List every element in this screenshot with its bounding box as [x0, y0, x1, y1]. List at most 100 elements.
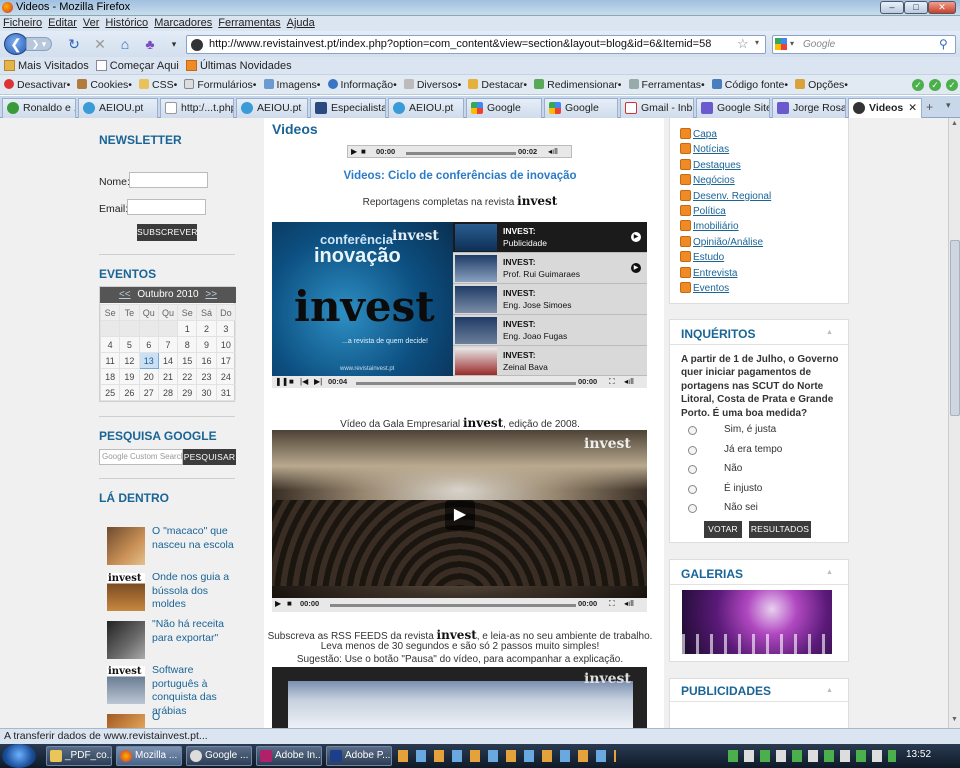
previous-icon[interactable]: |◀ [300, 377, 308, 386]
article-thumbnail[interactable] [107, 527, 145, 565]
dev-options[interactable]: Opções• [795, 75, 848, 95]
search-go-icon[interactable]: ⚲ [939, 37, 948, 51]
dev-forms[interactable]: Formulários• [184, 75, 256, 95]
taskbar-item[interactable]: Adobe In... [256, 746, 322, 766]
start-button[interactable] [2, 744, 36, 768]
bookmark-star-icon[interactable]: ☆ [737, 36, 749, 52]
dev-css[interactable]: CSS• [139, 75, 177, 95]
scroll-up-icon[interactable]: ▲ [951, 120, 958, 127]
dev-cookies[interactable]: Cookies• [77, 75, 132, 95]
video-player-conferences[interactable]: conferência inovação invest invest ...a … [272, 222, 647, 388]
article-link[interactable]: "Não há receita para exportar" [152, 618, 242, 645]
poll-radio[interactable] [688, 445, 697, 455]
calendar-day[interactable]: 16 [196, 352, 217, 369]
article-thumbnail[interactable]: invest [107, 573, 145, 611]
dev-outline[interactable]: Destacar• [468, 75, 527, 95]
menu-file[interactable]: Ficheiro [0, 16, 45, 31]
play-icon[interactable]: ▶ [275, 599, 281, 608]
calendar-day[interactable]: 21 [157, 368, 179, 385]
rss-feed-link[interactable]: Estudo [680, 250, 771, 265]
dev-disable[interactable]: Desactivar• [4, 75, 70, 95]
taskbar-item[interactable]: Adobe P... [326, 746, 392, 766]
poll-radio[interactable] [688, 465, 697, 474]
article-thumbnail[interactable]: invest [107, 666, 145, 704]
calendar-day[interactable]: 14 [157, 352, 179, 369]
quick-launch-icons[interactable] [398, 750, 616, 762]
tab[interactable]: AEIOU.pt [388, 98, 464, 118]
vertical-scrollbar[interactable]: ▲ ▼ [948, 118, 960, 728]
next-month-link[interactable]: >> [205, 289, 217, 300]
check-icon[interactable]: ✓ [912, 79, 924, 91]
calendar-day[interactable]: 7 [157, 336, 179, 353]
menu-tools[interactable]: Ferramentas [215, 16, 283, 31]
volume-icon[interactable]: ◂ıll [624, 377, 634, 386]
rss-feed-link[interactable]: Imobiliário [680, 219, 771, 234]
name-input[interactable] [129, 172, 208, 188]
calendar-day[interactable]: 25 [99, 384, 121, 401]
prev-month-link[interactable]: << [119, 289, 131, 300]
menu-edit[interactable]: Editar [45, 16, 80, 31]
bookmark-latest-news[interactable]: Últimas Novidades [185, 57, 292, 75]
video-progress[interactable] [330, 604, 576, 607]
tab-list-icon[interactable]: ▾ [946, 100, 951, 111]
poll-option[interactable]: Não [688, 463, 838, 483]
calendar-day[interactable]: 30 [196, 384, 217, 401]
calendar-day[interactable]: 17 [215, 352, 237, 369]
email-input[interactable] [127, 199, 206, 215]
video-player-rss-tutorial[interactable]: invest [272, 667, 647, 728]
calendar-day[interactable]: 2 [196, 320, 217, 337]
menu-view[interactable]: Ver [80, 16, 103, 31]
calendar-day[interactable]: 3 [215, 320, 237, 337]
check-icon[interactable]: ✓ [929, 79, 941, 91]
poll-option[interactable]: É injusto [688, 483, 838, 503]
gallery-image[interactable] [682, 590, 832, 654]
tab[interactable]: Gmail - Inb... [620, 98, 694, 118]
dev-tools[interactable]: Ferramentas• [628, 75, 705, 95]
video-progress[interactable] [356, 382, 576, 385]
calendar-day[interactable]: 8 [177, 336, 198, 353]
rss-feed-link[interactable]: Capa [680, 127, 771, 142]
minimize-button[interactable]: – [880, 1, 904, 14]
search-box[interactable]: ▾ Google ⚲ [772, 35, 956, 54]
article-thumbnail[interactable] [107, 621, 145, 659]
rss-feed-link[interactable]: Notícias [680, 142, 771, 157]
calendar-day[interactable]: 31 [215, 384, 237, 401]
tab[interactable]: Ronaldo e ... [2, 98, 76, 118]
calendar-day[interactable]: 29 [177, 384, 198, 401]
url-dropdown-icon[interactable]: ▾ [755, 38, 759, 47]
calendar-day[interactable]: 24 [215, 368, 237, 385]
tab[interactable]: AEIOU.pt [78, 98, 158, 118]
scroll-down-icon[interactable]: ▼ [951, 716, 958, 723]
dev-information[interactable]: Informação• [327, 75, 397, 95]
tab[interactable]: http:/...t.php [160, 98, 234, 118]
dev-images[interactable]: Imagens• [263, 75, 320, 95]
results-button[interactable]: RESULTADOS [749, 521, 811, 538]
tab[interactable]: AEIOU.pt [236, 98, 308, 118]
bookmark-getting-started[interactable]: Começar Aqui [95, 57, 179, 75]
scrollbar-thumb[interactable] [950, 240, 960, 416]
stop-icon[interactable]: ■ [287, 599, 292, 608]
playlist-item[interactable]: INVEST: Eng. Joao Fugas [453, 315, 647, 346]
engine-dropdown-icon[interactable]: ▾ [790, 39, 794, 48]
calendar-day[interactable]: 23 [196, 368, 217, 385]
rss-feed-link[interactable]: Destaques [680, 158, 771, 173]
poll-option[interactable]: Não sei [688, 502, 838, 522]
stop-icon[interactable]: ■ [289, 377, 294, 386]
bookmark-most-visited[interactable]: Mais Visitados [4, 57, 89, 75]
maximize-button[interactable]: □ [904, 1, 928, 14]
menu-history[interactable]: Histórico [102, 16, 151, 31]
addon-icon[interactable]: ♣ [142, 36, 158, 52]
stop-icon[interactable]: ■ [361, 147, 366, 156]
google-search-icon[interactable] [775, 38, 787, 50]
poll-radio[interactable] [688, 504, 697, 513]
audio-player[interactable]: ▶ ■ 00:00 00:02 ◂ıll [347, 145, 572, 158]
playlist-item[interactable]: INVEST: Publicidade ▶ [453, 222, 647, 253]
subscribe-button[interactable]: SUBSCREVER [137, 224, 197, 241]
new-tab-icon[interactable]: + [926, 100, 933, 114]
tab[interactable]: Google [544, 98, 618, 118]
taskbar-item-active[interactable]: Mozilla ... [116, 746, 182, 766]
collapse-icon[interactable]: ▲ [826, 329, 833, 336]
tab[interactable]: Especialista... [310, 98, 386, 118]
url-bar[interactable]: http://www.revistainvest.pt/index.php?op… [186, 35, 766, 54]
rss-feed-link[interactable]: Desenv. Regional [680, 189, 771, 204]
